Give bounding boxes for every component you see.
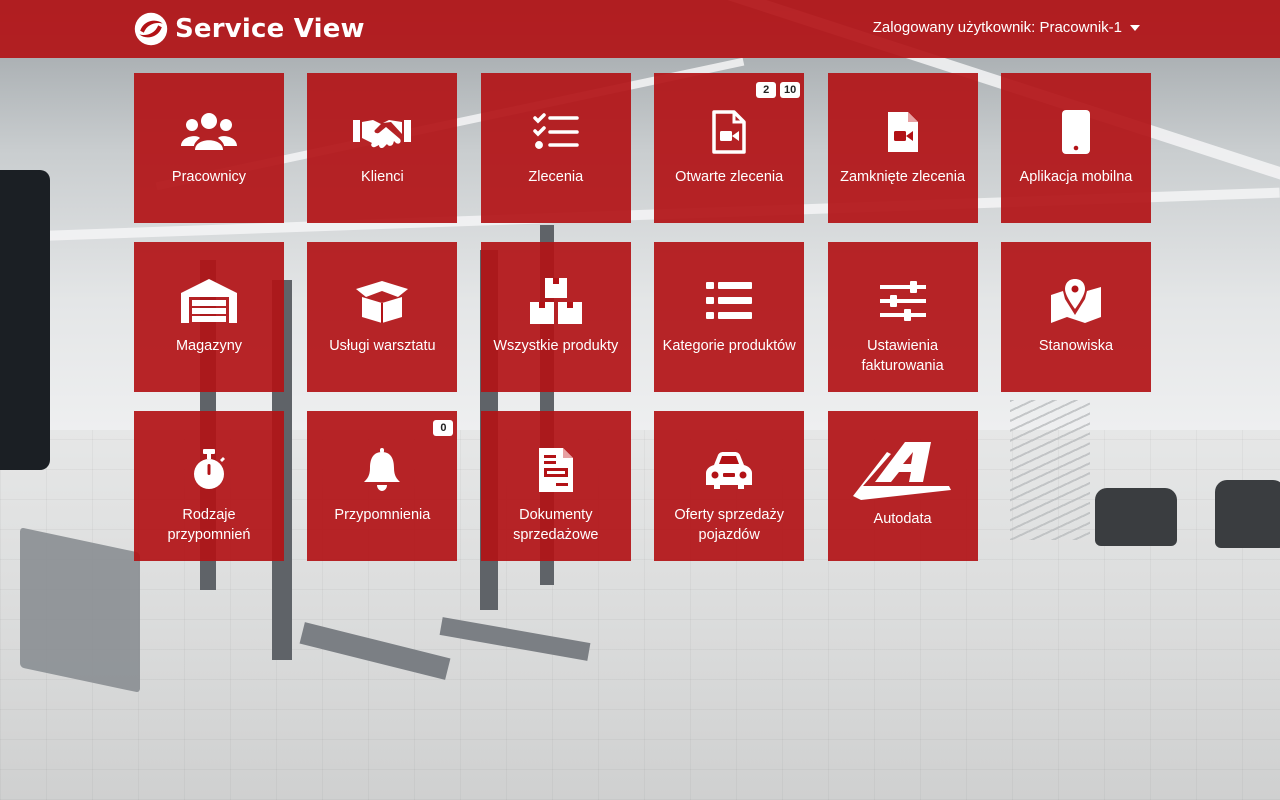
tile-label: Usługi warsztatu xyxy=(329,338,436,354)
tile-pracownicy[interactable]: Pracownicy xyxy=(134,73,284,223)
checklist-icon xyxy=(516,107,596,157)
user-menu[interactable]: Zalogowany użytkownik: Pracownik-1 xyxy=(873,19,1140,36)
count-badge: 2 xyxy=(756,82,777,98)
bell-icon xyxy=(342,445,422,495)
boxes-icon xyxy=(516,276,596,326)
tile-label: Przypomnienia xyxy=(334,507,431,523)
badge-group: 0 xyxy=(433,420,454,436)
stopwatch-icon xyxy=(169,445,249,495)
tile-magazyny[interactable]: Magazyny xyxy=(134,242,284,392)
autodata-logo-icon xyxy=(848,441,958,501)
tile-label: Stanowiska xyxy=(1038,338,1114,354)
logged-user-label: Zalogowany użytkownik: Pracownik-1 xyxy=(872,19,1122,36)
tile-kategorie-produktow[interactable]: Kategorie produktów xyxy=(654,242,805,392)
tile-label: Oferty sprzedaży pojazdów xyxy=(674,507,784,543)
tile-wszystkie-produkty[interactable]: Wszystkie produkty xyxy=(480,242,631,392)
top-bar: Service View Zalogowany użytkownik: Prac… xyxy=(0,0,1280,58)
badge-group: 2 10 xyxy=(756,82,801,98)
tile-label: Autodata xyxy=(873,511,932,527)
tile-label: Rodzaje przypomnień xyxy=(167,507,251,543)
tile-ustawienia-fakturowania[interactable]: Ustawienia fakturowania xyxy=(827,242,978,392)
tile-zlecenia[interactable]: Zlecenia xyxy=(480,73,631,223)
tile-label: Otwarte zlecenia xyxy=(675,169,784,185)
tile-dokumenty-sprzedazowe[interactable]: Dokumenty sprzedażowe xyxy=(480,411,631,561)
open-box-icon xyxy=(342,276,422,326)
tile-klienci[interactable]: Klienci xyxy=(307,73,458,223)
count-badge: 0 xyxy=(433,420,454,436)
list-icon xyxy=(689,276,769,326)
handshake-icon xyxy=(342,107,422,157)
tile-rodzaje-przypomnien[interactable]: Rodzaje przypomnień xyxy=(134,411,284,561)
tile-otwarte-zlecenia[interactable]: 2 10 Otwarte zlecenia xyxy=(654,73,805,223)
tile-grid: Pracownicy Klienci Zlecenia 2 10 Otwarte… xyxy=(134,73,1151,561)
tile-label: Klienci xyxy=(361,169,404,185)
mobile-phone-icon xyxy=(1036,107,1116,157)
tile-oferty-sprzedazy-pojazdow[interactable]: Oferty sprzedaży pojazdów xyxy=(654,411,805,561)
video-file-icon xyxy=(689,107,769,157)
video-file-icon xyxy=(863,107,943,157)
count-badge: 10 xyxy=(780,82,801,98)
tile-label: Wszystkie produkty xyxy=(493,338,619,354)
tile-uslugi-warsztatu[interactable]: Usługi warsztatu xyxy=(307,242,458,392)
tile-label: Kategorie produktów xyxy=(662,338,796,354)
tile-label: Magazyny xyxy=(175,338,243,354)
tile-label: Dokumenty sprzedażowe xyxy=(513,507,599,543)
sliders-icon xyxy=(863,276,943,326)
tile-label: Ustawienia fakturowania xyxy=(861,338,944,374)
map-marker-icon xyxy=(1036,276,1116,326)
warehouse-icon xyxy=(169,276,249,326)
tile-przypomnienia[interactable]: 0 Przypomnienia xyxy=(307,411,458,561)
tile-zamkniete-zlecenia[interactable]: Zamknięte zlecenia xyxy=(827,73,978,223)
document-icon xyxy=(516,445,596,495)
tile-label: Zamknięte zlecenia xyxy=(840,169,966,185)
app-name: Service View xyxy=(175,14,365,44)
service-view-logo-icon xyxy=(134,12,168,46)
tile-stanowiska[interactable]: Stanowiska xyxy=(1000,242,1151,392)
tile-label: Pracownicy xyxy=(171,169,247,185)
tile-label: Zlecenia xyxy=(528,169,584,185)
caret-down-icon xyxy=(1130,25,1140,31)
car-icon xyxy=(689,445,769,495)
users-icon xyxy=(169,107,249,157)
tile-autodata[interactable]: Autodata xyxy=(827,411,978,561)
tile-label: Aplikacja mobilna xyxy=(1019,169,1133,185)
tile-aplikacja-mobilna[interactable]: Aplikacja mobilna xyxy=(1000,73,1151,223)
brand[interactable]: Service View xyxy=(133,10,365,48)
